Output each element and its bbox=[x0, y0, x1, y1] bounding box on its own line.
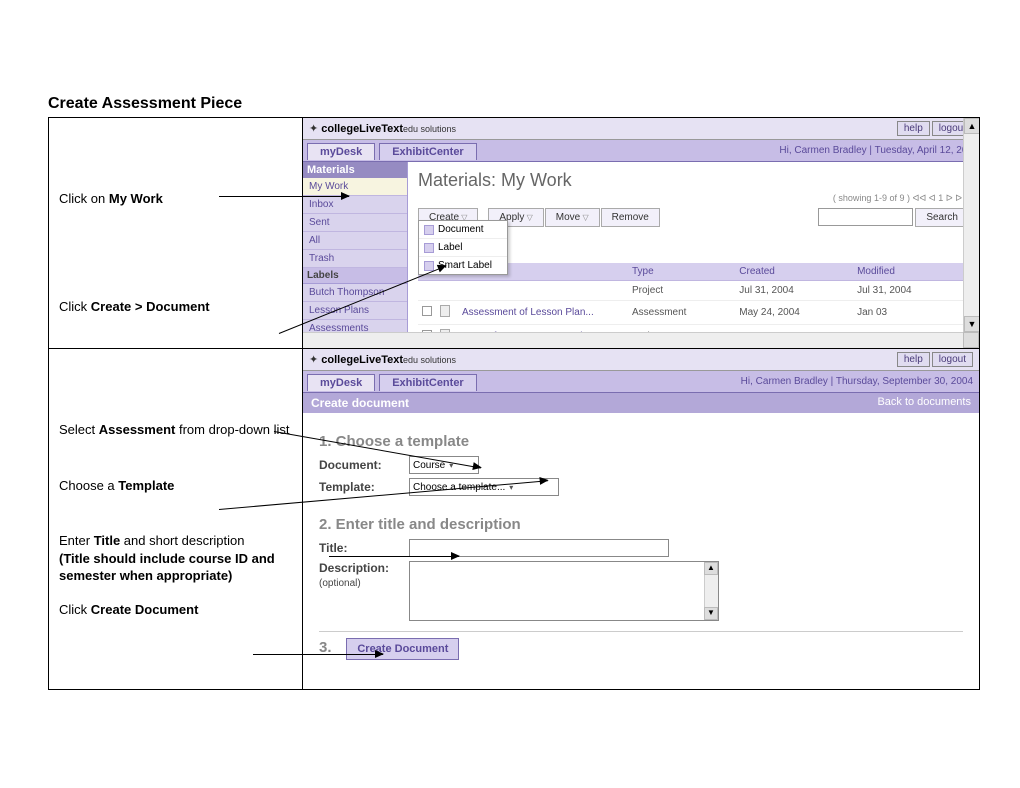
instr-1b-b1: Create > bbox=[91, 299, 143, 314]
page-title: Materials: My Work bbox=[418, 170, 969, 191]
sidebar-item-mywork[interactable]: My Work bbox=[303, 178, 407, 196]
createdoc-body: Create document Back to documents 1. Cho… bbox=[303, 393, 979, 670]
search-button[interactable]: Search bbox=[915, 208, 969, 227]
createdoc-header: Create document Back to documents bbox=[303, 393, 979, 413]
tab-exhibit[interactable]: ExhibitCenter bbox=[379, 143, 477, 160]
sidebar-item-inbox[interactable]: Inbox bbox=[303, 196, 407, 214]
col-created: Created bbox=[735, 263, 853, 281]
help-button[interactable]: help bbox=[897, 121, 930, 136]
brand-bar-1: ✦ collegeLiveTextedu solutions help logo… bbox=[303, 118, 979, 140]
brand-bar-2: ✦ collegeLiveTextedu solutions help logo… bbox=[303, 349, 979, 371]
screenshot-2: ✦ collegeLiveTextedu solutions help logo… bbox=[303, 349, 979, 689]
col-type: Type bbox=[628, 263, 735, 281]
sidebar-item-all[interactable]: All bbox=[303, 232, 407, 250]
document-label: Document: bbox=[319, 458, 409, 472]
arrow-6 bbox=[253, 654, 383, 655]
user-info-1: Hi, Carmen Bradley | Tuesday, April 12, … bbox=[779, 145, 973, 156]
description-label: Description: (optional) bbox=[319, 561, 409, 589]
scroll-up-icon[interactable]: ▲ bbox=[964, 118, 979, 134]
help-button-2[interactable]: help bbox=[897, 352, 930, 367]
sidebar-labels-header: Labels bbox=[303, 268, 407, 284]
table-row: Assessment of Lesson Plan...AssessmentMa… bbox=[418, 301, 969, 325]
smartlabel-icon bbox=[424, 261, 434, 271]
instr-1a-bold: My Work bbox=[109, 191, 163, 206]
instr-1a: Click on bbox=[59, 191, 109, 206]
instructions-col-1: Click on My Work Click Create > Document bbox=[49, 118, 303, 348]
main-area-1: Materials My Work Inbox Sent All Trash L… bbox=[303, 162, 979, 348]
scroll-down-icon[interactable]: ▼ bbox=[704, 607, 718, 620]
doc-icon bbox=[440, 305, 450, 317]
instr-2a: Select bbox=[59, 422, 99, 437]
tab-bar-1: myDesk ExhibitCenter Hi, Carmen Bradley … bbox=[303, 140, 979, 162]
instr-1b-b2: Document bbox=[142, 299, 209, 314]
description-textarea[interactable]: ▲ ▼ bbox=[409, 561, 719, 621]
hscrollbar[interactable] bbox=[303, 332, 963, 348]
move-button[interactable]: Move bbox=[545, 208, 600, 227]
instr-2b: Choose a bbox=[59, 478, 118, 493]
table-row: ProjectJul 31, 2004Jul 31, 2004 bbox=[418, 281, 969, 301]
instr-2b-b: Template bbox=[118, 478, 174, 493]
brand-text: ✦ collegeLiveTextedu solutions bbox=[309, 122, 456, 135]
label-icon bbox=[424, 243, 434, 253]
vscrollbar[interactable]: ▲▼ bbox=[963, 118, 979, 348]
title-label: Title: bbox=[319, 541, 409, 555]
instructions-col-2: Select Assessment from drop-down list Ch… bbox=[49, 349, 303, 689]
instr-2c-after: and short description bbox=[120, 533, 244, 548]
content-area: Materials: My Work ( showing 1-9 of 9 ) … bbox=[408, 162, 979, 348]
brand-text-2: ✦ collegeLiveTextedu solutions bbox=[309, 353, 456, 366]
scroll-corner bbox=[963, 332, 979, 348]
instr-2a-after: from drop-down list bbox=[175, 422, 289, 437]
sidebar-header: Materials bbox=[303, 162, 407, 178]
search-input[interactable] bbox=[818, 208, 913, 226]
template-label: Template: bbox=[319, 480, 409, 494]
create-document-button[interactable]: Create Document bbox=[346, 638, 459, 660]
instr-2e: Click bbox=[59, 602, 91, 617]
step-1: 1. Choose a template bbox=[319, 433, 963, 450]
divider bbox=[319, 631, 963, 632]
menu-label[interactable]: Label bbox=[419, 239, 507, 257]
logout-button-2[interactable]: logout bbox=[932, 352, 973, 367]
instr-2e-b: Create Document bbox=[91, 602, 199, 617]
instr-2a-b: Assessment bbox=[99, 422, 176, 437]
menu-document[interactable]: Document bbox=[419, 221, 507, 239]
scroll-down-icon[interactable]: ▼ bbox=[964, 316, 979, 332]
createdoc-title: Create document bbox=[311, 396, 409, 410]
user-info-2: Hi, Carmen Bradley | Thursday, September… bbox=[741, 376, 973, 387]
paging: ( showing 1-9 of 9 ) ᐊᐊ ᐊ 1 ᐅ ᐅᐅ bbox=[418, 193, 969, 204]
sidebar: Materials My Work Inbox Sent All Trash L… bbox=[303, 162, 408, 348]
instr-2c: Enter bbox=[59, 533, 94, 548]
instr-2d: (Title should include course ID and seme… bbox=[59, 551, 275, 584]
tab-mydesk-2[interactable]: myDesk bbox=[307, 374, 375, 391]
step-2: 2. Enter title and description bbox=[319, 516, 963, 533]
screenshot-1: ✦ collegeLiveTextedu solutions help logo… bbox=[303, 118, 979, 348]
arrow-1 bbox=[219, 196, 349, 197]
checkbox[interactable] bbox=[422, 306, 432, 316]
row-2: Select Assessment from drop-down list Ch… bbox=[49, 349, 979, 689]
row-1: Click on My Work Click Create > Document… bbox=[49, 118, 979, 349]
tab-exhibit-2[interactable]: ExhibitCenter bbox=[379, 374, 477, 391]
tab-mydesk[interactable]: myDesk bbox=[307, 143, 375, 160]
instr-1b: Click bbox=[59, 299, 91, 314]
sidebar-item-sent[interactable]: Sent bbox=[303, 214, 407, 232]
document-title: Create Assessment Piece bbox=[48, 95, 1020, 113]
tab-bar-2: myDesk ExhibitCenter Hi, Carmen Bradley … bbox=[303, 371, 979, 393]
back-link[interactable]: Back to documents bbox=[877, 396, 971, 410]
col-modified: Modified bbox=[853, 263, 969, 281]
instr-2c-b: Title bbox=[94, 533, 121, 548]
sidebar-item-trash[interactable]: Trash bbox=[303, 250, 407, 268]
document-icon bbox=[424, 225, 434, 235]
remove-button[interactable]: Remove bbox=[601, 208, 660, 227]
arrow-5 bbox=[329, 556, 459, 557]
create-menu: Document Label Smart Label bbox=[418, 220, 508, 275]
scroll-up-icon[interactable]: ▲ bbox=[704, 562, 718, 575]
container: Click on My Work Click Create > Document… bbox=[48, 117, 980, 690]
title-input[interactable] bbox=[409, 539, 669, 557]
